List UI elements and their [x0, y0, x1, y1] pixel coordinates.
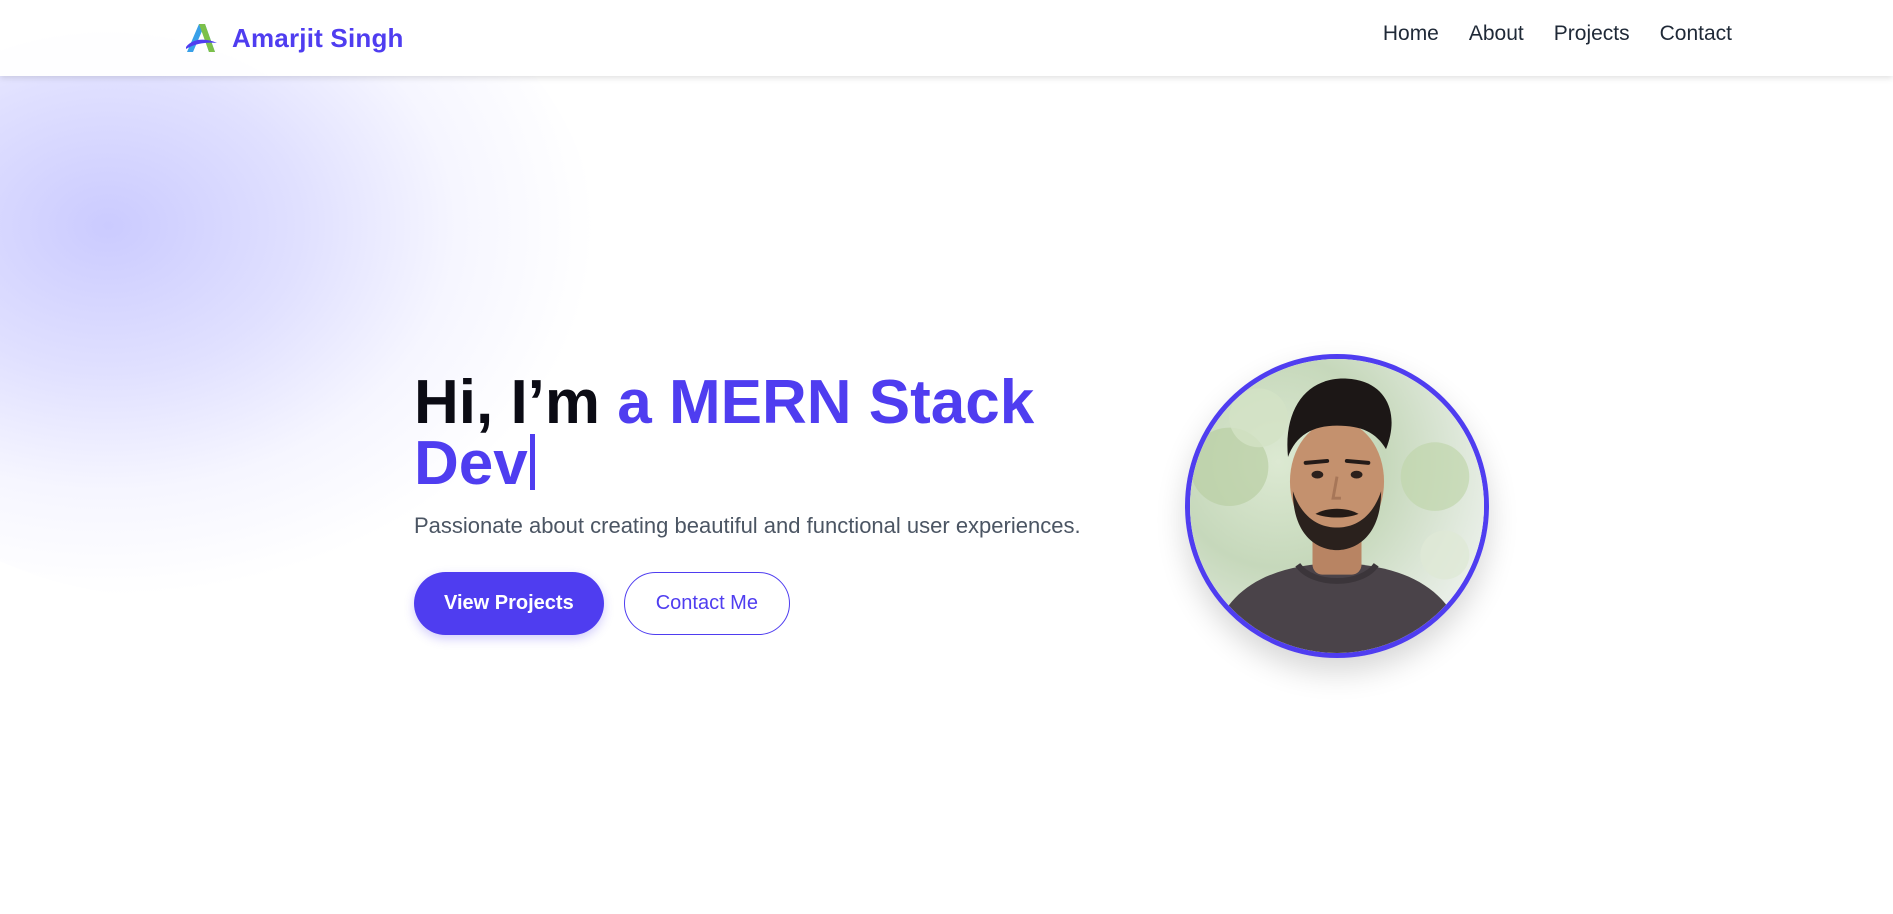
hero-tagline: Passionate about creating beautiful and …	[414, 513, 1081, 538]
navbar: Amarjit Singh Home About Projects Contac…	[0, 0, 1893, 76]
typing-cursor	[529, 434, 535, 490]
brand-name: Amarjit Singh	[232, 22, 404, 53]
letter-a-logo-icon	[186, 24, 217, 52]
view-projects-button[interactable]: View Projects	[414, 572, 604, 635]
hero-section: Hi, I’m a MERN Stack Dev Passionate abou…	[414, 372, 1114, 635]
hero-buttons: View Projects Contact Me	[414, 572, 1114, 635]
profile-avatar	[1185, 354, 1489, 658]
nav-contact-link[interactable]: Contact	[1660, 22, 1732, 46]
brand-link[interactable]: Amarjit Singh	[184, 18, 404, 58]
hero-headline: Hi, I’m a MERN Stack Dev	[414, 372, 1114, 495]
nav-home-link[interactable]: Home	[1383, 22, 1439, 46]
nav-about-link[interactable]: About	[1469, 22, 1524, 46]
contact-me-button[interactable]: Contact Me	[623, 572, 790, 635]
profile-photo	[1190, 359, 1484, 653]
nav-projects-link[interactable]: Projects	[1554, 22, 1630, 46]
portfolio-page: Amarjit Singh Home About Projects Contac…	[0, 0, 1893, 914]
hero-greeting: Hi, I’m	[414, 368, 618, 437]
nav-links: Home About Projects Contact	[1383, 22, 1732, 46]
